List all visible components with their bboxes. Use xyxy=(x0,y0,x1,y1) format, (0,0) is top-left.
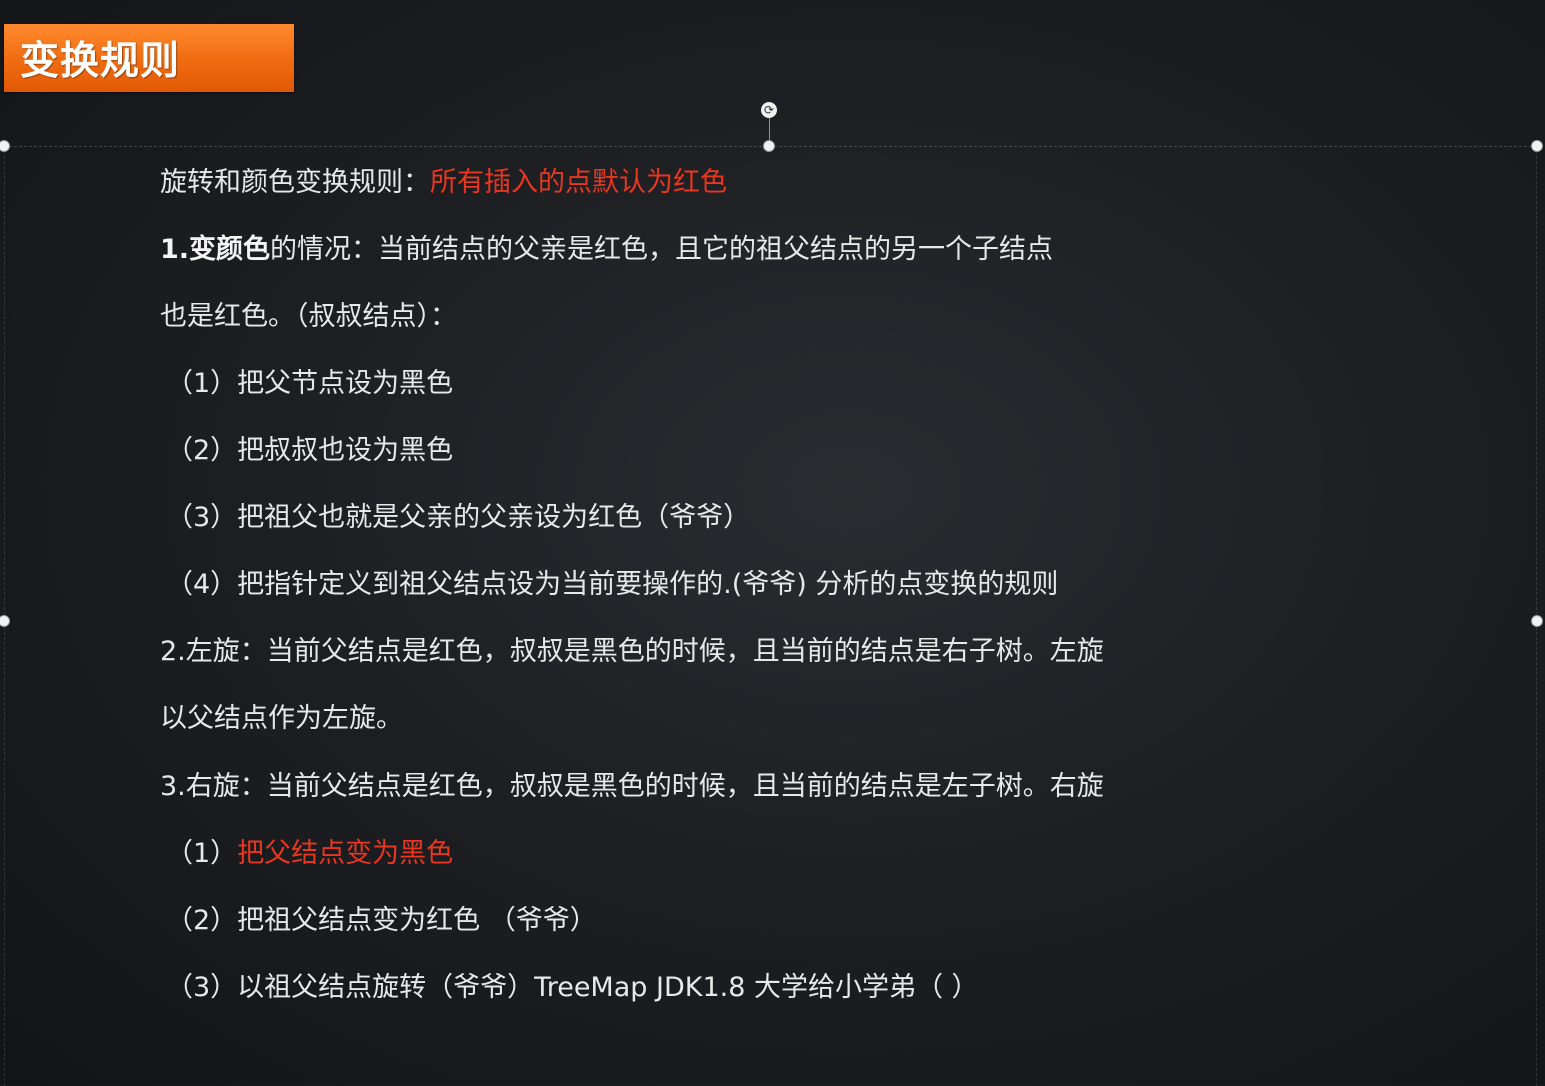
right-rotate-step-1-prefix: （1） xyxy=(166,838,238,869)
recolor-case-line: 1.变颜色的情况：当前结点的父亲是红色，且它的祖父结点的另一个子结点 xyxy=(160,227,1053,273)
resize-handle-middle-right[interactable] xyxy=(1531,615,1543,627)
left-rotate-line: 2.左旋：当前父结点是红色，叔叔是黑色的时候，且当前的结点是右子树。左旋 xyxy=(160,636,1104,667)
recolor-step-4: （4）把指针定义到祖父结点设为当前要操作的.(爷爷) 分析的点变换的规则 xyxy=(166,569,1059,600)
left-rotate-continued: 以父结点作为左旋。 xyxy=(160,703,403,734)
recolor-case-heading: 1.变颜色 xyxy=(160,234,271,265)
text-box-selection-frame xyxy=(4,146,1537,1086)
slide-title: 变换规则 xyxy=(20,39,181,84)
right-rotate-step-3: （3）以祖父结点旋转（爷爷）TreeMap JDK1.8 大学给小学弟（ ） xyxy=(166,972,979,1003)
rule-intro-label: 旋转和颜色变换规则： xyxy=(160,167,430,198)
right-rotate-line: 3.右旋：当前父结点是红色，叔叔是黑色的时候，且当前的结点是左子树。右旋 xyxy=(160,771,1104,802)
title-box[interactable]: 变换规则 xyxy=(4,24,294,92)
recolor-step-3: （3）把祖父也就是父亲的父亲设为红色（爷爷） xyxy=(166,502,751,533)
rotate-handle-icon[interactable]: ⟳ xyxy=(761,102,777,118)
right-rotate-step-2: （2）把祖父结点变为红色 （爷爷） xyxy=(166,905,597,936)
recolor-step-2: （2）把叔叔也设为黑色 xyxy=(166,435,454,466)
rule-intro-highlight: 所有插入的点默认为红色 xyxy=(430,167,727,198)
recolor-case-text: 的情况：当前结点的父亲是红色，且它的祖父结点的另一个子结点 xyxy=(270,234,1054,265)
recolor-step-1: （1）把父节点设为黑色 xyxy=(166,368,454,399)
resize-handle-top-right[interactable] xyxy=(1531,140,1543,152)
resize-handle-top-center[interactable] xyxy=(763,140,775,152)
rotate-stem xyxy=(769,118,770,142)
recolor-case-continued: 也是红色。（叔叔结点）： xyxy=(160,301,457,332)
right-rotate-step-1-highlight: 把父结点变为黑色 xyxy=(237,838,454,869)
right-rotate-step-1: （1）把父结点变为黑色 xyxy=(166,831,453,877)
slide-canvas: 变换规则 ⟳ 旋转和颜色变换规则：所有插入的点默认为红色 1.变颜色的情况：当前… xyxy=(0,0,1545,1086)
rule-intro-line: 旋转和颜色变换规则：所有插入的点默认为红色 xyxy=(160,160,727,206)
